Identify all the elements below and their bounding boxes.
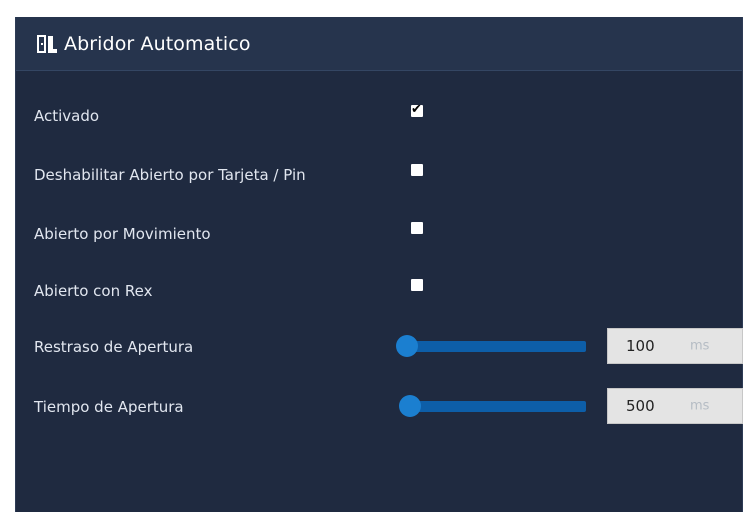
opening-time-slider-thumb[interactable]: [399, 395, 421, 417]
option-label: Abierto por Movimiento: [34, 225, 211, 243]
opening-delay-input[interactable]: 100 ms: [607, 328, 743, 364]
auto-opener-panel: Abridor Automatico Activado ✔ Deshabilit…: [15, 17, 743, 512]
option-row-motion: Abierto por Movimiento: [16, 219, 742, 249]
panel-title: Abridor Automatico: [64, 32, 251, 55]
slider-label: Restraso de Apertura: [34, 338, 194, 356]
opening-delay-value: 100: [626, 337, 655, 355]
opening-time-value: 500: [626, 397, 655, 415]
motion-open-checkbox[interactable]: [411, 222, 423, 234]
option-row-activado: Activado ✔: [16, 101, 742, 131]
rex-open-checkbox[interactable]: [411, 279, 423, 291]
activado-checkbox[interactable]: ✔: [411, 102, 423, 117]
opening-time-slider[interactable]: [404, 401, 586, 412]
option-label: Deshabilitar Abierto por Tarjeta / Pin: [34, 166, 306, 184]
opening-delay-slider-thumb[interactable]: [396, 335, 418, 357]
panel-header: Abridor Automatico: [16, 17, 742, 71]
option-label: Abierto con Rex: [34, 282, 153, 300]
opening-time-input[interactable]: 500 ms: [607, 388, 743, 424]
disable-card-pin-checkbox[interactable]: [411, 164, 423, 176]
slider-row-duration: Tiempo de Apertura 500 ms: [16, 388, 743, 424]
option-label: Activado: [34, 107, 100, 125]
option-row-rex: Abierto con Rex: [16, 276, 742, 306]
opening-time-unit: ms: [690, 398, 710, 414]
slider-row-delay: Restraso de Apertura 100 ms: [16, 328, 743, 364]
opening-delay-unit: ms: [690, 338, 710, 354]
option-row-disable-card-pin: Deshabilitar Abierto por Tarjeta / Pin: [16, 160, 742, 190]
door-icon: [36, 34, 58, 54]
opening-delay-slider[interactable]: [404, 341, 586, 352]
checkmark-icon: ✔: [411, 102, 422, 117]
slider-label: Tiempo de Apertura: [34, 398, 184, 416]
